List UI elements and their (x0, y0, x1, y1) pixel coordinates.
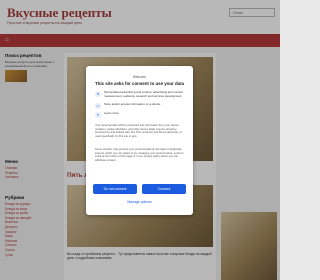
manage-options-link[interactable]: Manage options (86, 200, 193, 204)
learn-more-link[interactable]: Learn more (104, 111, 186, 116)
list-icon: ≡ (95, 112, 101, 118)
consent-dialog: Welcome This site asks for consent to us… (86, 66, 193, 215)
consent-body-1: Your personal data will be processed and… (95, 124, 182, 138)
do-not-consent-button[interactable]: Do not consent (93, 184, 137, 194)
consent-overlay: Welcome This site asks for consent to us… (0, 0, 280, 280)
consent-button[interactable]: Consent (142, 184, 186, 194)
purpose-text: Store and/or access information on a dev… (104, 102, 161, 106)
consent-body-2: Some vendors may process your personal d… (95, 148, 184, 162)
device-icon: ▭ (95, 103, 101, 109)
purpose-text: Personalised advertising and content, ad… (104, 90, 183, 98)
person-icon: ● (95, 91, 101, 97)
consent-title: This site asks for consent to use your d… (94, 81, 185, 86)
consent-site-name: Welcome (132, 75, 147, 79)
